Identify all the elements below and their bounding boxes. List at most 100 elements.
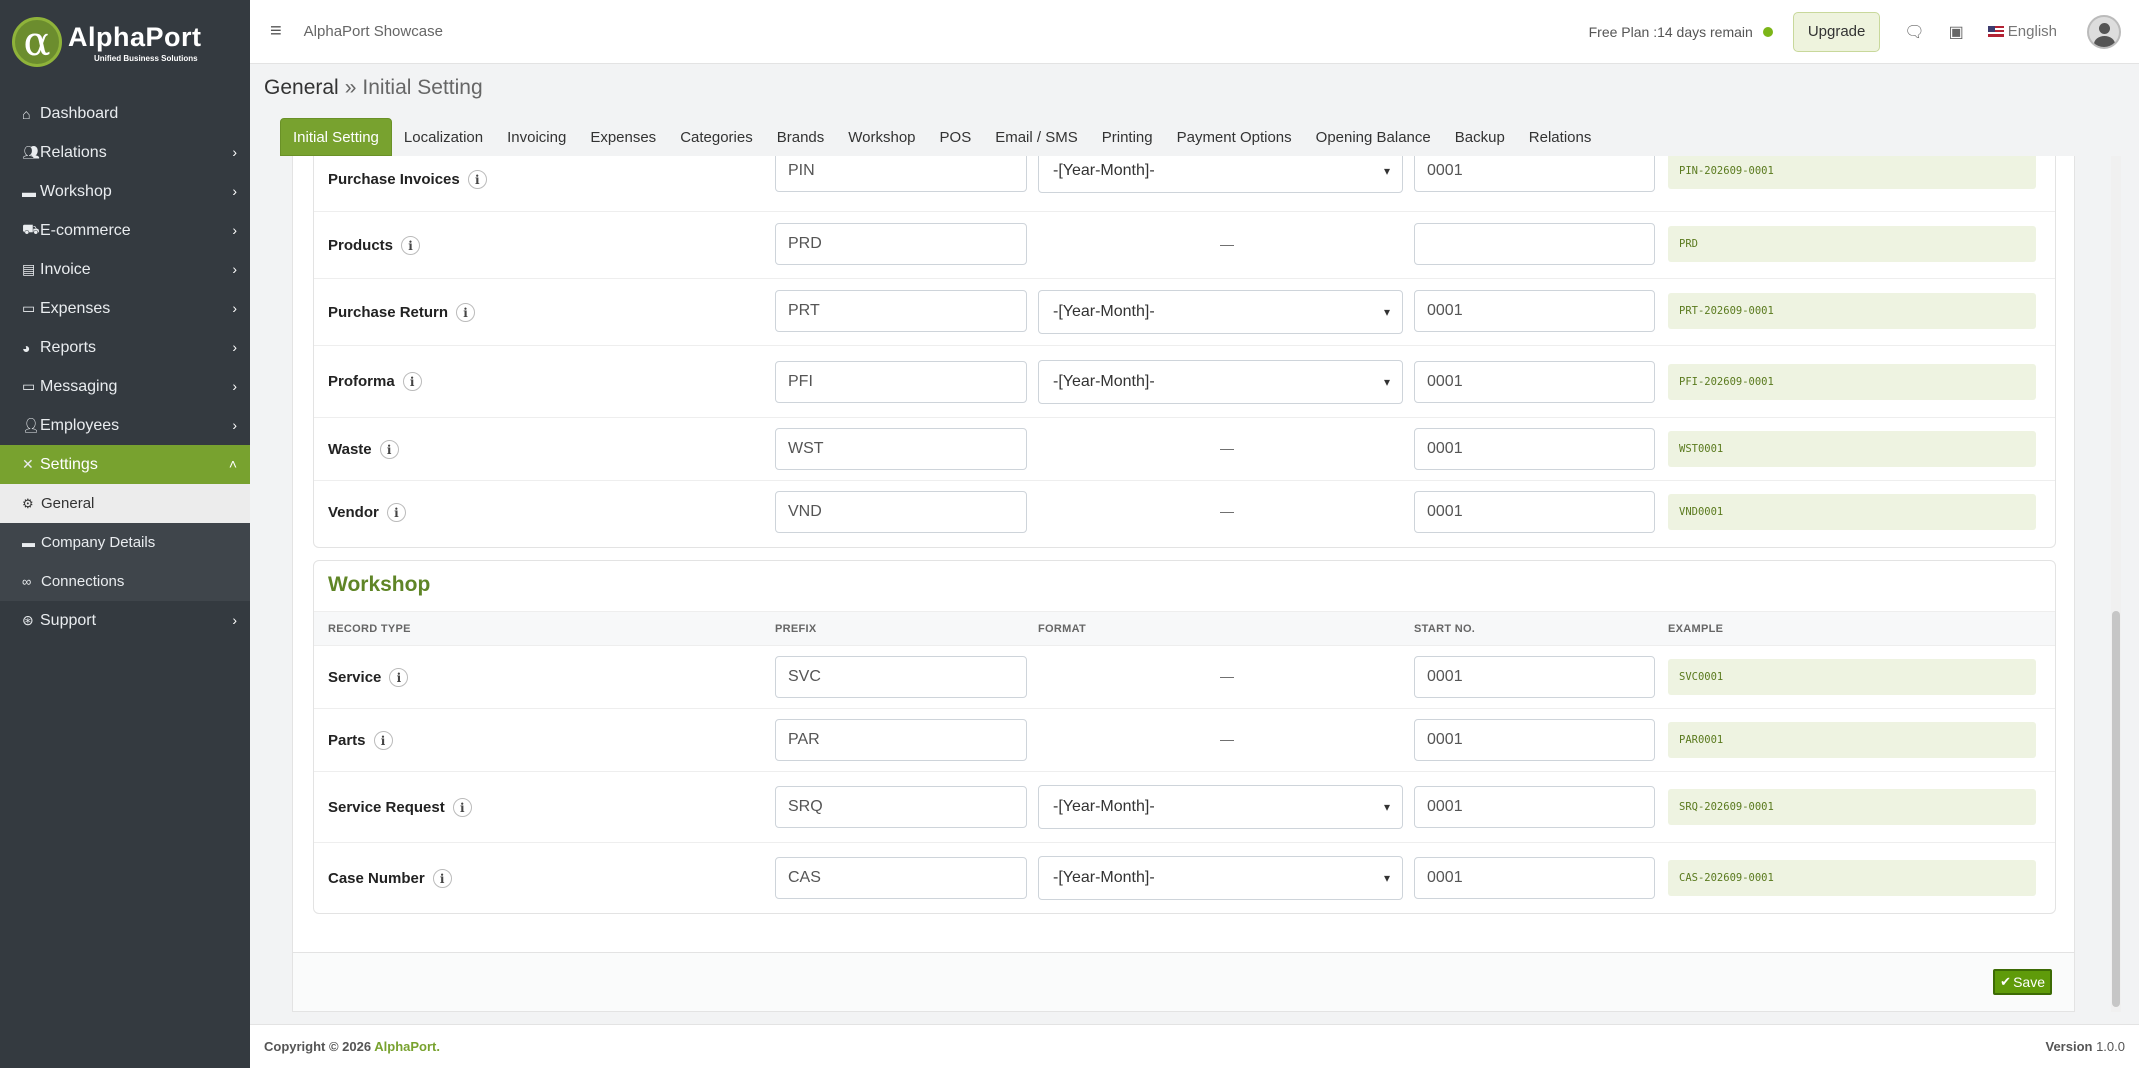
document-icon: ▤: [22, 261, 36, 277]
prefix-input[interactable]: CAS: [775, 857, 1027, 899]
sidebar-item-label: E-commerce: [40, 221, 131, 239]
info-icon[interactable]: i: [373, 731, 393, 750]
format-select[interactable]: -[Year-Month]- ▾: [1038, 785, 1403, 829]
prefix-input[interactable]: SRQ: [775, 786, 1027, 828]
chevron-up-icon: ˄: [228, 456, 237, 472]
sidebar-item-support[interactable]: ⊛ Support ›: [0, 601, 250, 640]
info-icon[interactable]: i: [379, 440, 399, 459]
scrollbar-thumb[interactable]: [2112, 611, 2120, 1007]
format-select[interactable]: -[Year-Month]- ▾: [1038, 856, 1403, 900]
start-number-input[interactable]: 0001: [1414, 491, 1655, 533]
sidebar-item-relations[interactable]: 👥︎ Relations ›: [0, 133, 250, 172]
tab-initial-setting[interactable]: Initial Setting: [280, 118, 392, 156]
menu-toggle-icon[interactable]: ≡: [270, 20, 282, 43]
table-row: Purchase Return i PRT -[Year-Month]- ▾ 000…: [314, 279, 2055, 346]
tab-localization[interactable]: Localization: [392, 118, 495, 156]
sidebar-subitem-label: Connections: [41, 573, 125, 590]
scrollbar[interactable]: [2111, 156, 2121, 1012]
tab-opening-balance[interactable]: Opening Balance: [1304, 118, 1443, 156]
language-selector[interactable]: English: [1987, 23, 2057, 40]
info-icon[interactable]: i: [467, 170, 487, 189]
format-select[interactable]: -[Year-Month]- ▾: [1038, 156, 1403, 193]
start-number-input[interactable]: 0001: [1414, 719, 1655, 761]
chevron-right-icon: ›: [232, 417, 237, 433]
footer-brand-link[interactable]: AlphaPort.: [374, 1039, 440, 1054]
prefix-input[interactable]: PFI: [775, 361, 1027, 403]
lifebuoy-icon: ⊛: [22, 612, 34, 628]
app-name: AlphaPort Showcase: [303, 23, 443, 40]
sidebar-item-ecommerce[interactable]: ⛟ E-commerce ›: [0, 211, 250, 250]
prefix-input[interactable]: PIN: [775, 156, 1027, 192]
start-number-input[interactable]: 0001: [1414, 857, 1655, 899]
sidebar-item-invoice[interactable]: ▤ Invoice ›: [0, 250, 250, 289]
prefix-input[interactable]: PAR: [775, 719, 1027, 761]
plan-status: Free Plan :14 days remain: [1588, 23, 1753, 40]
toolbox-icon: ▬: [22, 183, 36, 200]
sidebar-subitem-label: Company Details: [41, 534, 156, 551]
record-type: Parts i: [328, 731, 393, 750]
sidebar-item-settings[interactable]: ✕ Settings ˄: [0, 445, 250, 484]
sidebar-subitem-general[interactable]: ⚙ General: [0, 484, 250, 523]
chat-icon[interactable]: 🗨︎: [1904, 22, 1924, 42]
example-preview: PAR0001: [1668, 722, 2036, 758]
prefix-input[interactable]: VND: [775, 491, 1027, 533]
format-select[interactable]: -[Year-Month]- ▾: [1038, 290, 1403, 334]
sidebar-item-reports[interactable]: ◕ Reports ›: [0, 328, 250, 367]
tab-email-sms[interactable]: Email / SMS: [983, 118, 1090, 156]
info-icon[interactable]: i: [456, 303, 476, 322]
prefix-input[interactable]: PRT: [775, 290, 1027, 332]
tab-invoicing[interactable]: Invoicing: [495, 118, 578, 156]
sidebar-item-workshop[interactable]: ▬ Workshop ›: [0, 172, 250, 211]
sidebar-subitem-company-details[interactable]: ▬ Company Details: [0, 523, 250, 562]
start-number-input[interactable]: 0001: [1414, 290, 1655, 332]
tab-printing[interactable]: Printing: [1090, 118, 1165, 156]
start-number-input[interactable]: 0001: [1414, 361, 1655, 403]
tab-workshop[interactable]: Workshop: [836, 118, 927, 156]
sidebar-subitem-label: General: [41, 495, 95, 512]
prefix-input[interactable]: PRD: [775, 223, 1027, 265]
prefix-input[interactable]: SVC: [775, 656, 1027, 698]
start-number-input[interactable]: 0001: [1414, 156, 1655, 192]
tab-payment-options[interactable]: Payment Options: [1165, 118, 1304, 156]
prefix-input[interactable]: WST: [775, 428, 1027, 470]
no-format-indicator: —: [1220, 440, 1234, 456]
avatar[interactable]: [2087, 14, 2121, 49]
tab-pos[interactable]: POS: [928, 118, 984, 156]
tab-categories[interactable]: Categories: [668, 118, 765, 156]
record-type-label: Purchase Return: [328, 304, 449, 321]
tab-expenses[interactable]: Expenses: [578, 118, 668, 156]
info-icon[interactable]: i: [389, 668, 409, 687]
start-number-input[interactable]: 0001: [1414, 786, 1655, 828]
tab-relations[interactable]: Relations: [1517, 118, 1604, 156]
sidebar-item-label: Employees: [40, 416, 120, 434]
start-number-input[interactable]: 0001: [1414, 428, 1655, 470]
record-type-label: Purchase Invoices: [328, 171, 460, 188]
info-icon[interactable]: i: [452, 798, 472, 817]
tab-brands[interactable]: Brands: [765, 118, 837, 156]
info-icon[interactable]: i: [402, 372, 422, 391]
breadcrumb-parent[interactable]: General: [264, 76, 339, 99]
sidebar-item-label: Dashboard: [40, 104, 119, 122]
sidebar-subitem-connections[interactable]: ∞ Connections: [0, 562, 250, 601]
save-button[interactable]: ✔ Save: [1993, 969, 2052, 995]
format-select-value: -[Year-Month]-: [1053, 162, 1155, 179]
info-icon[interactable]: i: [432, 869, 452, 888]
tab-backup[interactable]: Backup: [1443, 118, 1517, 156]
sidebar-item-expenses[interactable]: ▭ Expenses ›: [0, 289, 250, 328]
info-icon[interactable]: i: [386, 503, 406, 522]
info-icon[interactable]: i: [401, 236, 421, 255]
sidebar-item-employees[interactable]: 👤︎ Employees ›: [0, 406, 250, 445]
logo[interactable]: α AlphaPort Unified Business Solutions: [0, 0, 250, 84]
chevron-right-icon: ›: [232, 300, 237, 316]
format-select[interactable]: -[Year-Month]- ▾: [1038, 360, 1403, 404]
column-header: FORMAT: [1038, 623, 1087, 635]
upgrade-button[interactable]: Upgrade: [1792, 11, 1881, 52]
chevron-right-icon: ›: [232, 339, 237, 355]
start-number-input[interactable]: [1414, 223, 1655, 265]
sidebar-item-dashboard[interactable]: ⌂ Dashboard: [0, 94, 250, 133]
copyright: Copyright © 2026 AlphaPort.: [264, 1039, 440, 1054]
start-number-input[interactable]: 0001: [1414, 656, 1655, 698]
chevron-down-icon: ▾: [1383, 305, 1390, 319]
notification-icon[interactable]: ▣: [1949, 22, 1964, 42]
sidebar-item-messaging[interactable]: ▭ Messaging ›: [0, 367, 250, 406]
